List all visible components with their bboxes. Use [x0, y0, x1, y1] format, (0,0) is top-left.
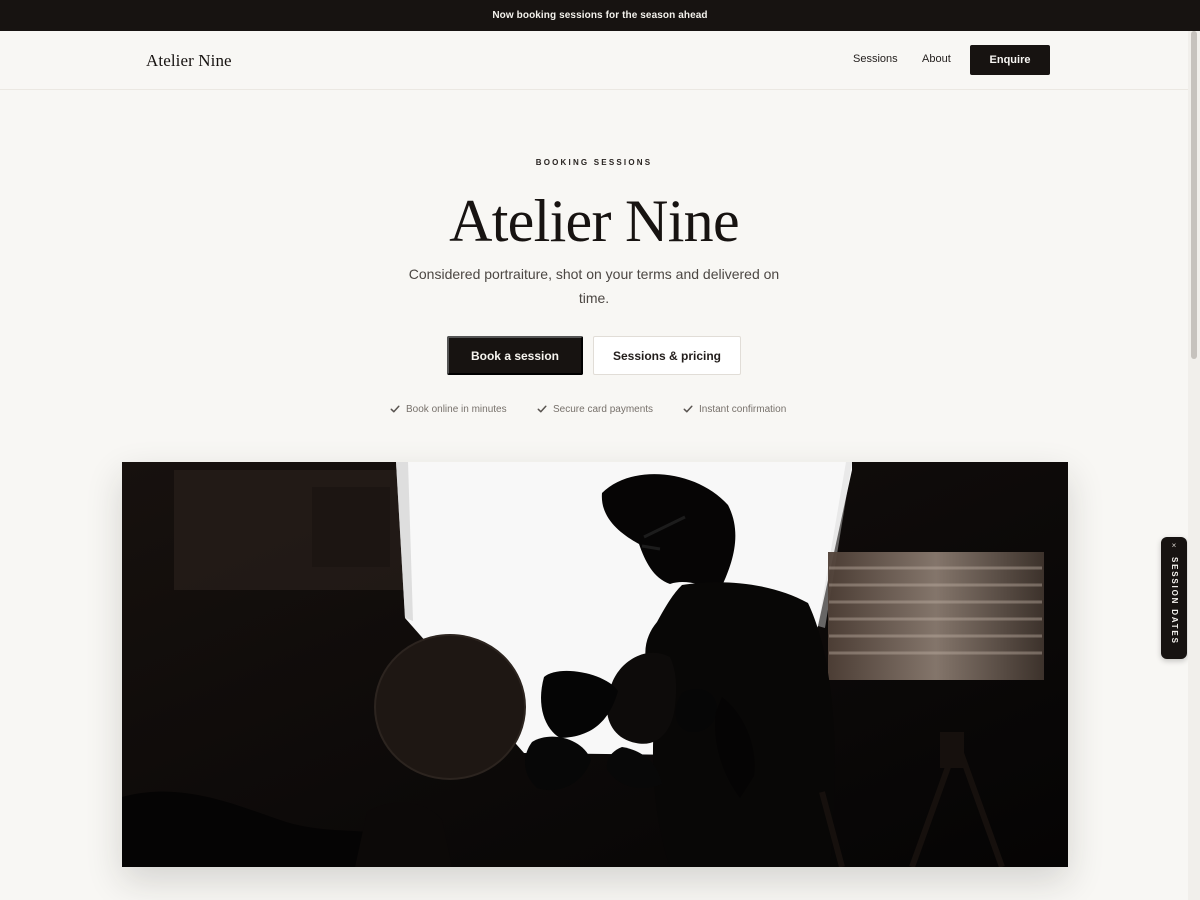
- announcement-bar: Now booking sessions for the season ahea…: [0, 0, 1200, 31]
- trust-item-label: Book online in minutes: [406, 403, 507, 415]
- nav-about-link[interactable]: About: [922, 53, 951, 65]
- sessions-pricing-button[interactable]: Sessions & pricing: [593, 336, 741, 375]
- hero-subtitle: Considered portraiture, shot on your ter…: [408, 266, 780, 306]
- nav-sessions-link[interactable]: Sessions: [853, 53, 898, 65]
- site-logo[interactable]: Atelier Nine: [146, 51, 232, 71]
- trust-item-instant-confirmation: Instant confirmation: [682, 401, 786, 417]
- scrollbar-thumb[interactable]: [1191, 31, 1197, 359]
- hero-eyebrow: BOOKING SESSIONS: [535, 158, 653, 167]
- hero-title: Atelier Nine: [449, 188, 740, 254]
- site-header: Atelier Nine Sessions About Enquire: [0, 31, 1200, 90]
- trust-item-label: Instant confirmation: [699, 403, 787, 415]
- check-icon: [683, 405, 693, 413]
- trust-item-book-online: Book online in minutes: [389, 401, 507, 417]
- session-dates-label: SESSION DATES: [1170, 557, 1179, 645]
- photographer-silhouette-image: [122, 462, 1068, 867]
- trust-item-secure-payments: Secure card payments: [536, 401, 653, 417]
- check-icon: [537, 405, 547, 413]
- hero-photo: [122, 462, 1068, 867]
- trust-item-label: Secure card payments: [553, 403, 654, 415]
- book-session-button[interactable]: Book a session: [447, 336, 583, 375]
- page-scrollbar[interactable]: [1188, 31, 1200, 900]
- session-dates-tab[interactable]: × SESSION DATES: [1161, 537, 1187, 659]
- enquire-button[interactable]: Enquire: [970, 45, 1050, 75]
- check-icon: [390, 405, 400, 413]
- close-icon[interactable]: ×: [1161, 541, 1187, 551]
- announcement-text: Now booking sessions for the season ahea…: [492, 10, 708, 21]
